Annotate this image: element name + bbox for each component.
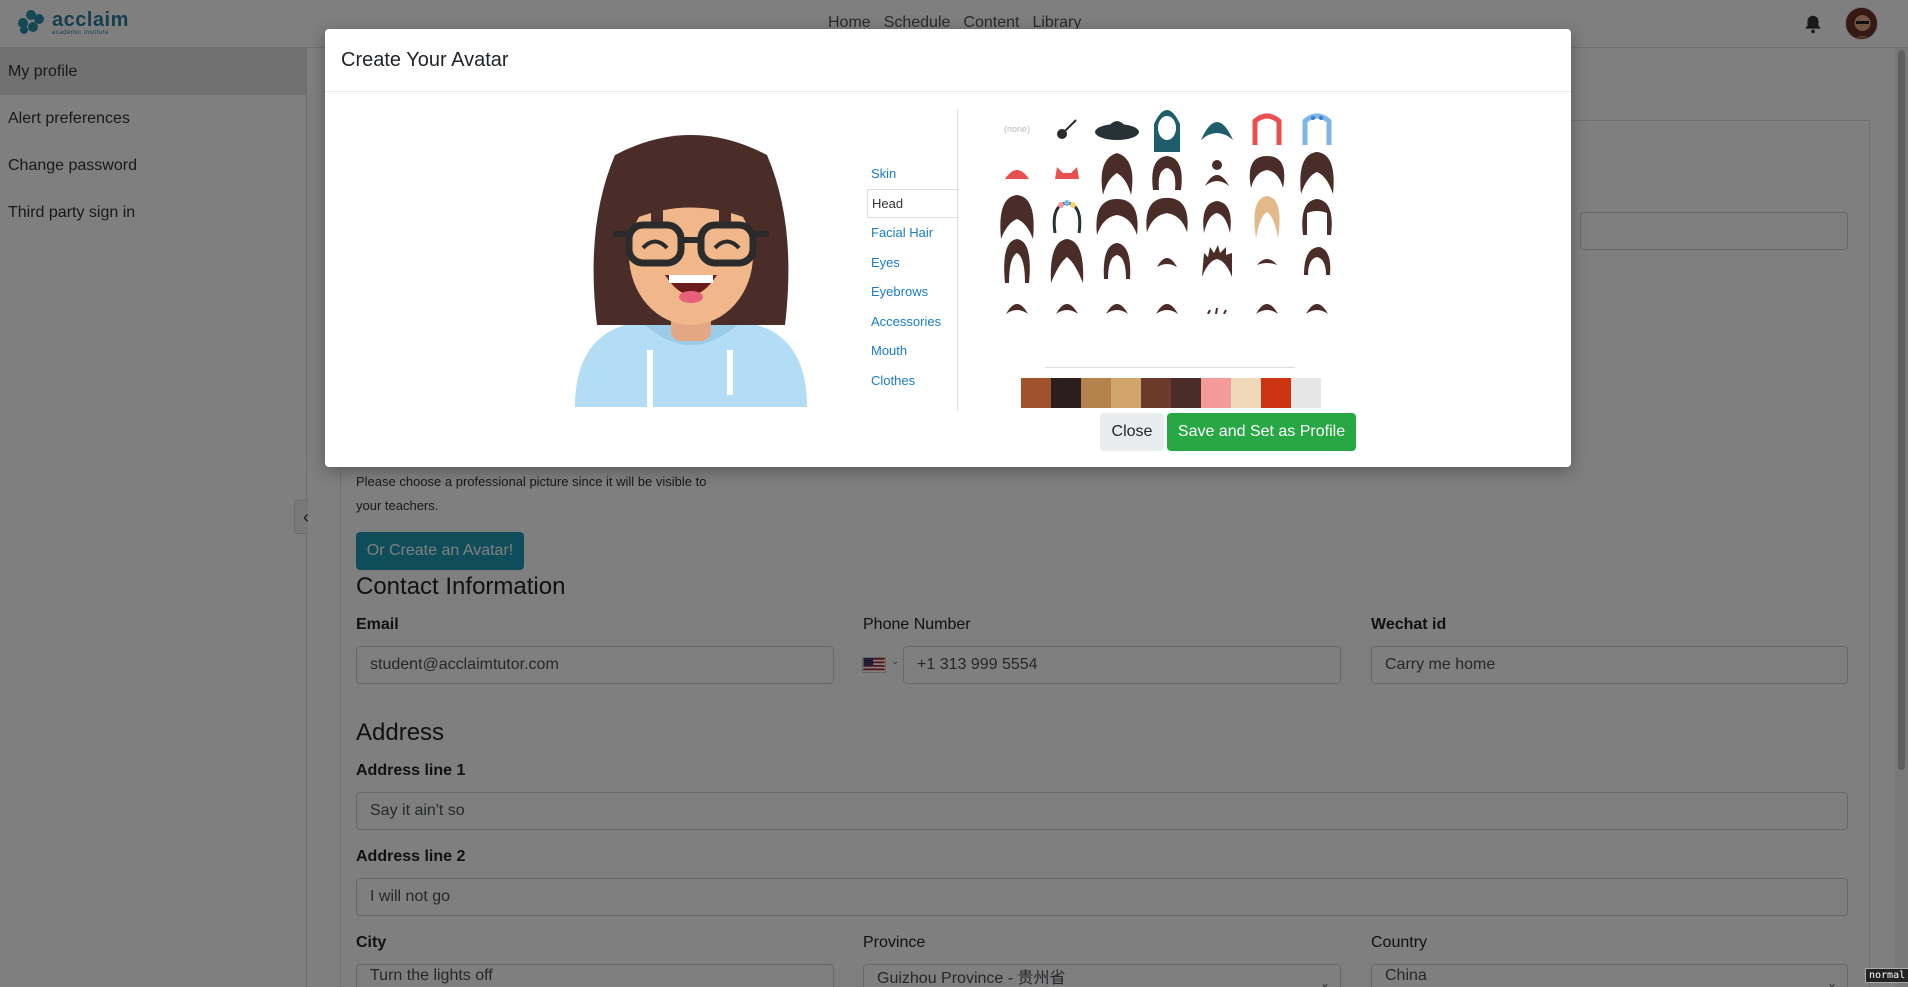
head-option-hair-spiky-icon[interactable]: [1195, 239, 1239, 283]
head-option-hair-straight-long-icon[interactable]: [995, 239, 1039, 283]
tab-skin[interactable]: Skin: [867, 159, 957, 189]
head-option-hair-big-curly-icon[interactable]: [1095, 195, 1139, 239]
head-option-hair-row5-5-icon[interactable]: [1195, 283, 1239, 327]
head-option-hijab-icon[interactable]: [1145, 107, 1189, 152]
head-option-hair-curly-long-icon[interactable]: [1095, 151, 1139, 195]
color-swatch[interactable]: [1111, 378, 1141, 408]
head-option-cap-red-icon[interactable]: [995, 151, 1039, 195]
color-swatch[interactable]: [1231, 378, 1261, 408]
head-option-hair-blonde-icon[interactable]: [1245, 195, 1289, 239]
color-swatch[interactable]: [1201, 378, 1231, 408]
head-option-flower-crown-icon[interactable]: [1045, 195, 1089, 239]
close-button[interactable]: Close: [1100, 413, 1164, 451]
head-option-hat-icon[interactable]: [1095, 107, 1139, 151]
head-option-hair-short-icon[interactable]: [1145, 239, 1189, 283]
head-option-cat-ears-icon[interactable]: [1045, 151, 1089, 195]
head-option-hair-wavy-long-icon[interactable]: [1295, 151, 1335, 195]
tab-eyes[interactable]: Eyes: [867, 248, 957, 278]
tab-mouth[interactable]: Mouth: [867, 336, 957, 366]
tab-accessories[interactable]: Accessories: [867, 307, 957, 337]
head-option-hair-buzz-icon[interactable]: [1245, 239, 1289, 283]
head-option-hair-row5-2-icon[interactable]: [1045, 283, 1089, 327]
head-option-hair-row5-7-icon[interactable]: [1295, 283, 1335, 327]
head-option-hair-pixie-icon[interactable]: [1195, 195, 1239, 239]
head-option-headband-blue-icon[interactable]: [1295, 107, 1335, 151]
head-option-hair-curly-icon[interactable]: [995, 195, 1039, 239]
avatar-tabs: Skin Head Facial Hair Eyes Eyebrows Acce…: [867, 159, 959, 396]
tab-head[interactable]: Head: [867, 188, 959, 218]
avatar-modal: Create Your Avatar Skin Head Facial Hair…: [325, 29, 1571, 467]
head-option-hair-quiff-icon[interactable]: [1295, 239, 1335, 283]
head-option-headband-red-icon[interactable]: [1245, 107, 1289, 151]
color-swatch[interactable]: [1081, 378, 1111, 408]
head-option-hair-medium-icon[interactable]: [1095, 239, 1139, 283]
head-option-hair-row5-3-icon[interactable]: [1095, 283, 1139, 327]
modal-title: Create Your Avatar: [325, 29, 1571, 92]
head-option-hair-side-part-icon[interactable]: [1045, 239, 1089, 283]
tab-divider: [957, 109, 958, 411]
head-option-hair-bun-icon[interactable]: [1195, 151, 1239, 195]
color-swatch[interactable]: [1261, 378, 1291, 408]
head-option-hair-row5-4-icon[interactable]: [1145, 283, 1189, 327]
head-option-hair-afro-short-icon[interactable]: [1245, 151, 1289, 195]
color-palette: [1021, 378, 1321, 408]
mode-indicator: normal: [1865, 968, 1908, 983]
tab-clothes[interactable]: Clothes: [867, 366, 957, 396]
color-swatch[interactable]: [1141, 378, 1171, 408]
tab-eyebrows[interactable]: Eyebrows: [867, 277, 957, 307]
color-swatch[interactable]: [1171, 378, 1201, 408]
head-option-hair-bob-icon[interactable]: [1145, 151, 1189, 195]
head-option-hair-bangs-icon[interactable]: [1295, 195, 1335, 239]
color-swatch[interactable]: [1051, 378, 1081, 408]
avatar-preview: [575, 135, 807, 407]
palette-divider: [1045, 367, 1295, 368]
tab-facial-hair[interactable]: Facial Hair: [867, 218, 957, 248]
head-option-hair-row5-6-icon[interactable]: [1245, 283, 1289, 327]
head-option-hair-afro-icon[interactable]: [1145, 195, 1189, 239]
save-profile-button[interactable]: Save and Set as Profile: [1167, 413, 1356, 451]
color-swatch[interactable]: [1291, 378, 1321, 408]
head-option-turban-icon[interactable]: [1195, 107, 1239, 151]
color-swatch[interactable]: [1021, 378, 1051, 408]
head-option-hair-row5-1-icon[interactable]: [995, 283, 1039, 327]
head-option-none[interactable]: (none): [995, 107, 1039, 151]
head-options-grid: (none): [995, 107, 1335, 327]
head-option-feather-icon[interactable]: [1045, 107, 1089, 151]
